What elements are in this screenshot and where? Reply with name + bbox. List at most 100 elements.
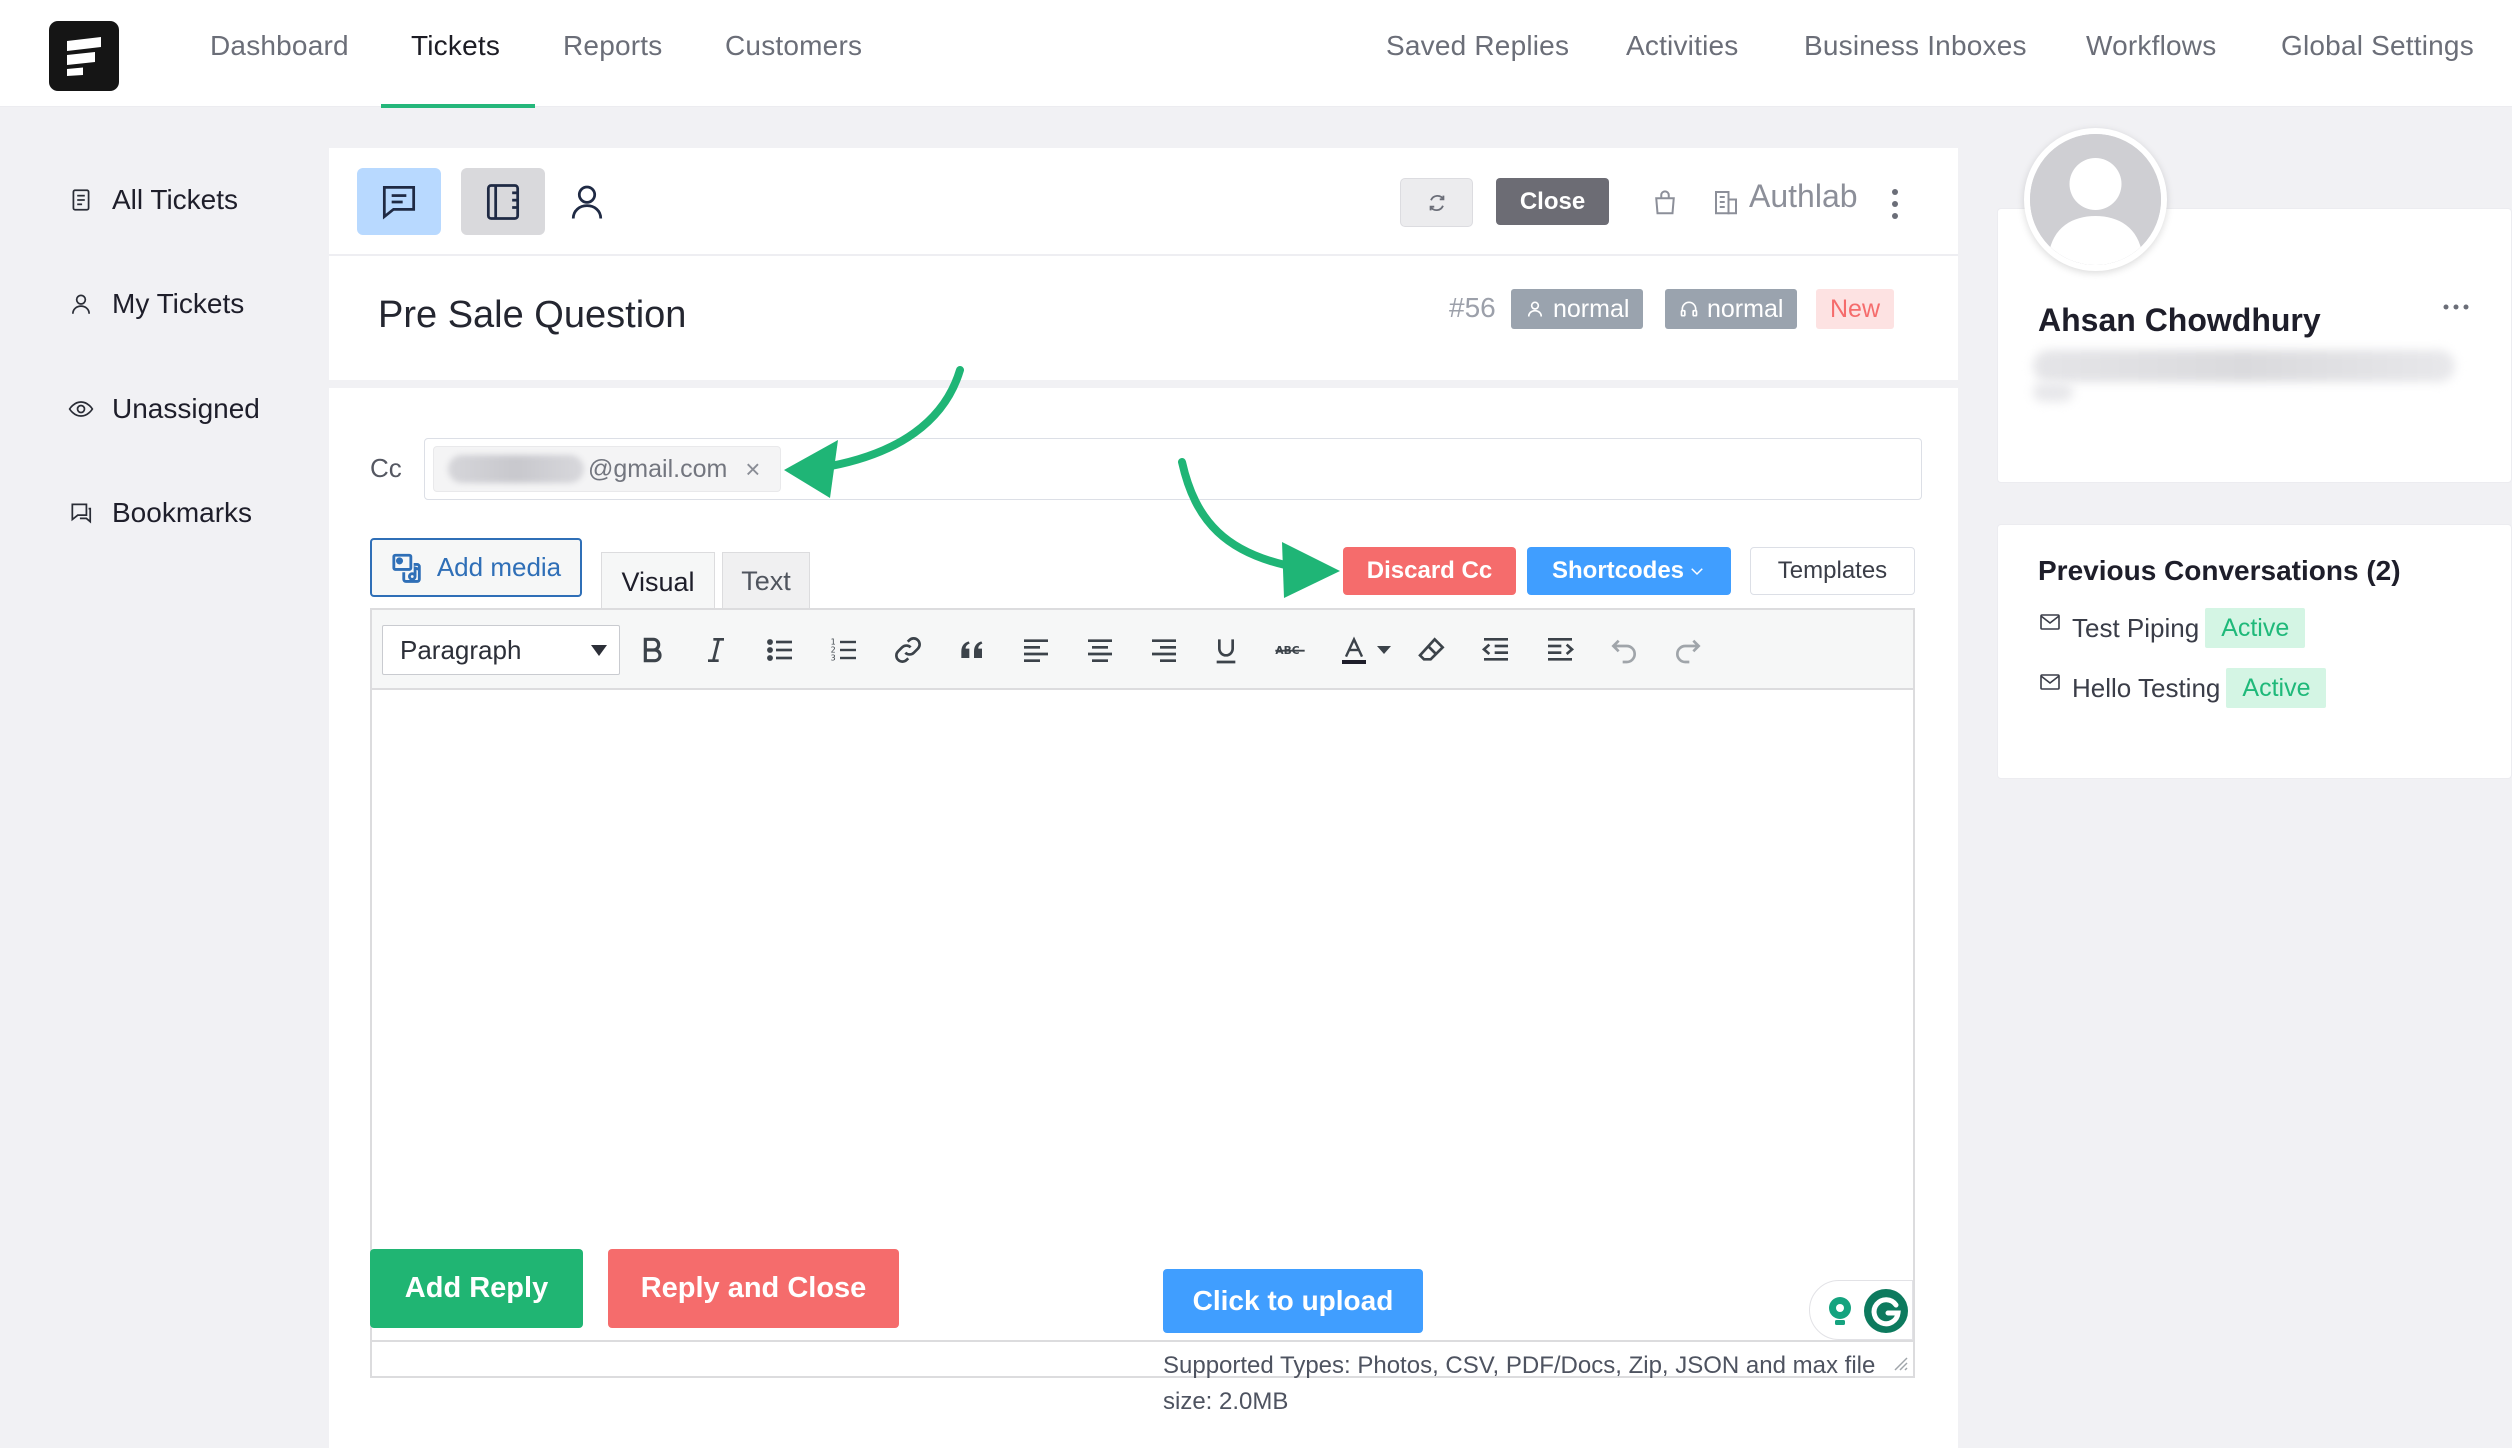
eye-icon — [66, 394, 96, 424]
svg-text:3: 3 — [831, 654, 836, 663]
ticket-title: Pre Sale Question — [378, 294, 687, 336]
blurred-customer-email-extra — [2033, 382, 2073, 402]
indent-icon[interactable] — [1540, 630, 1580, 670]
sidebar-item-all-tickets[interactable]: All Tickets — [66, 180, 238, 220]
align-center-icon[interactable] — [1080, 630, 1120, 670]
sidebar-item-unassigned[interactable]: Unassigned — [66, 389, 260, 429]
conversation-subject: Test Piping — [2072, 612, 2200, 643]
previous-conversations-title: Previous Conversations (2) — [2038, 555, 2401, 586]
upload-hint: Supported Types: Photos, CSV, PDF/Docs, … — [1163, 1352, 1876, 1415]
text-color-dropdown-icon[interactable] — [1372, 630, 1396, 670]
chat-icon — [382, 185, 416, 220]
conversation-subject: Hello Testing — [2072, 672, 2221, 703]
chevron-down-icon — [1691, 568, 1703, 576]
blockquote-icon[interactable] — [952, 630, 992, 670]
nav-customers[interactable]: Customers — [725, 30, 862, 62]
ticket-panel: Close Authlab Pre Sale Question #56 norm… — [329, 148, 1958, 1448]
paragraph-format-select[interactable]: Paragraph — [382, 625, 620, 675]
envelope-icon — [2040, 614, 2060, 630]
templates-button[interactable]: Templates — [1750, 547, 1915, 595]
customer-name[interactable]: Ahsan Chowdhury — [2038, 302, 2321, 339]
tab-text[interactable]: Text — [722, 552, 810, 609]
nav-workflows[interactable]: Workflows — [2086, 30, 2216, 62]
underline-icon[interactable] — [1206, 630, 1246, 670]
grammarly-icon — [1864, 1289, 1908, 1333]
building-icon — [1706, 182, 1746, 222]
ticket-toolbar: Close Authlab — [329, 148, 1958, 256]
company-name[interactable]: Authlab — [1749, 178, 1858, 215]
bullet-list-icon[interactable] — [760, 630, 800, 670]
nav-tickets[interactable]: Tickets — [411, 30, 500, 62]
cc-input[interactable]: @gmail.com × — [424, 438, 1922, 500]
sidebar-item-label: Bookmarks — [112, 497, 253, 528]
refresh-icon — [1429, 194, 1444, 211]
user-icon — [1527, 301, 1543, 317]
align-right-icon[interactable] — [1144, 630, 1184, 670]
grammarly-widget[interactable] — [1809, 1280, 1913, 1340]
eraser-icon[interactable] — [1412, 630, 1452, 670]
nav-business-inboxes[interactable]: Business Inboxes — [1804, 30, 2027, 62]
refresh-button[interactable] — [1400, 178, 1473, 227]
nav-active-underline — [381, 104, 535, 108]
bag-icon[interactable] — [1645, 182, 1685, 222]
redo-icon[interactable] — [1668, 630, 1708, 670]
agent-priority-badge: normal — [1665, 289, 1798, 329]
blurred-customer-email — [2033, 350, 2455, 382]
editor-body[interactable] — [372, 692, 1913, 1302]
sidebar-item-bookmarks[interactable]: Bookmarks — [66, 493, 252, 533]
profile-more-icon[interactable] — [2441, 300, 2471, 314]
badge-label: normal — [1707, 294, 1784, 323]
text-color-icon[interactable] — [1334, 630, 1374, 670]
envelope-icon — [2040, 674, 2060, 690]
close-ticket-button[interactable]: Close — [1496, 178, 1609, 225]
link-icon[interactable] — [888, 630, 928, 670]
strikethrough-icon[interactable]: ABC — [1270, 630, 1310, 670]
customer-priority-badge: normal — [1511, 289, 1644, 329]
shortcodes-label: Shortcodes — [1551, 557, 1685, 584]
bold-icon[interactable] — [632, 630, 672, 670]
discard-cc-button[interactable]: Discard Cc — [1343, 547, 1516, 595]
ticket-number: #56 — [1449, 292, 1496, 323]
customer-view-button[interactable] — [545, 168, 629, 235]
shortcodes-button[interactable]: Shortcodes — [1527, 547, 1731, 595]
sidebar-item-label: All Tickets — [112, 184, 239, 215]
outdent-icon[interactable] — [1476, 630, 1516, 670]
previous-conversation-item[interactable]: Test Piping Active — [2038, 608, 2306, 648]
sidebar-item-label: Unassigned — [112, 393, 260, 424]
person-icon — [571, 185, 603, 219]
previous-conversation-item[interactable]: Hello Testing Active — [2038, 668, 2327, 708]
avatar[interactable] — [2024, 128, 2167, 271]
app-logo-icon[interactable] — [49, 21, 119, 91]
upload-button[interactable]: Click to upload — [1163, 1269, 1423, 1333]
status-badge: Active — [2226, 668, 2327, 708]
conversation-view-button[interactable] — [357, 168, 441, 235]
align-left-icon[interactable] — [1016, 630, 1056, 670]
more-options-icon[interactable] — [1888, 184, 1902, 224]
bookmark-icon — [66, 498, 96, 528]
remove-cc-icon[interactable]: × — [745, 454, 760, 485]
reply-editor: Paragraph 123 ABC — [370, 608, 1915, 1378]
notebook-icon — [486, 183, 520, 220]
nav-dashboard[interactable]: Dashboard — [210, 30, 349, 62]
reply-and-close-button[interactable]: Reply and Close — [608, 1249, 899, 1328]
nav-global-settings[interactable]: Global Settings — [2281, 30, 2474, 62]
undo-icon[interactable] — [1604, 630, 1644, 670]
notebook-view-button[interactable] — [461, 168, 545, 235]
nav-activities[interactable]: Activities — [1626, 30, 1738, 62]
status-badge: Active — [2205, 608, 2306, 648]
badge-label: normal — [1553, 294, 1630, 323]
cc-email-tag: @gmail.com × — [433, 446, 781, 492]
nav-reports[interactable]: Reports — [563, 30, 662, 62]
add-media-label: Add media — [436, 552, 562, 582]
sidebar-item-my-tickets[interactable]: My Tickets — [66, 284, 244, 324]
cc-email-domain: @gmail.com — [588, 454, 728, 483]
add-reply-button[interactable]: Add Reply — [370, 1249, 583, 1328]
tab-visual[interactable]: Visual — [601, 552, 715, 611]
add-media-button[interactable]: Add media — [370, 538, 582, 597]
cc-label: Cc — [370, 453, 402, 483]
nav-saved-replies[interactable]: Saved Replies — [1386, 30, 1569, 62]
document-icon — [66, 185, 96, 215]
numbered-list-icon[interactable]: 123 — [824, 630, 864, 670]
default-avatar-icon — [2030, 134, 2161, 265]
italic-icon[interactable] — [696, 630, 736, 670]
